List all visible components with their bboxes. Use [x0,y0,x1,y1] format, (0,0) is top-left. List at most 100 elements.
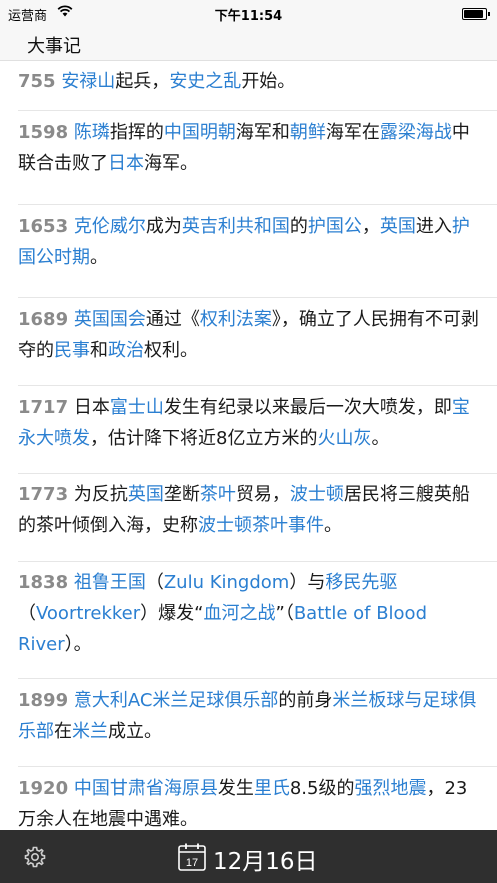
page-title: 大事记 [27,36,81,57]
event-link[interactable]: 富士山 [110,397,164,418]
event-link[interactable]: 政治 [108,340,144,361]
event-link[interactable]: 安禄山 [61,71,115,92]
battery-icon [462,8,490,20]
status-bar: 运营商 下午11:54 [0,0,497,26]
event-year: 755 [18,71,56,92]
calendar-day: 17 [186,857,198,869]
event-link[interactable]: 朝鲜 [290,122,326,143]
event-text: 通过《 [145,309,200,330]
event-item[interactable]: 1689 英国国会通过《权利法案》，确立了人民拥有不可剥夺的民事和政治权利。 [18,304,480,366]
event-link[interactable]: 英国国会 [74,309,146,330]
event-text: 开始。 [241,71,296,92]
event-text: 。 [90,247,108,268]
event-year: 1773 [18,484,69,505]
event-text: 的 [289,216,308,237]
event-link[interactable]: 火山灰 [317,428,371,449]
calendar-icon[interactable]: 17 [177,842,207,872]
event-link[interactable]: 克伦威尔 [74,216,146,237]
event-text: 8.5级的 [289,778,355,799]
event-item[interactable]: 1920 中国甘肃省海原县发生里氏8.5级的强烈地震，23万余人在地震中遇难。 [18,773,480,830]
event-link[interactable]: 移民先驱 [325,572,397,593]
gear-icon[interactable] [23,845,47,869]
event-text: ）与 [289,572,326,593]
event-year: 1717 [18,397,69,418]
divider [18,561,497,562]
event-text: ）爆发“ [140,603,204,624]
event-text: 成立。 [108,721,162,742]
bottom-toolbar: 17 12月16日 [0,830,497,883]
event-text: 权利。 [144,340,198,361]
divider [18,678,497,679]
event-text: 指挥的 [109,122,164,143]
event-text: （ [18,603,36,624]
event-text: 在 [54,721,72,742]
event-text: 为反抗 [73,484,128,505]
event-link[interactable]: 民事 [54,340,90,361]
clock: 下午11:54 [214,9,283,24]
divider [18,297,497,298]
event-link[interactable]: 中国甘肃省海原县 [74,778,218,799]
event-item[interactable]: 1899 意大利AC米兰足球俱乐部的前身米兰板球与足球俱乐部在米兰成立。 [18,685,480,747]
event-text: 发生有纪录以来最后一次大喷发，即 [163,397,452,418]
event-text: （ [145,572,164,593]
nav-bar: 大事记 [0,26,497,61]
event-text: 海军。 [144,153,198,174]
event-link[interactable]: Zulu Kingdom [164,572,289,593]
event-item[interactable]: 1598 陈璘指挥的中国明朝海军和朝鲜海军在露梁海战中联合击败了日本海军。 [18,117,480,179]
event-year: 1838 [18,572,69,593]
event-text: ”（ [275,603,294,624]
divider [18,473,497,474]
event-link[interactable]: 里氏 [254,778,290,799]
event-text: 起兵， [115,71,170,92]
event-link[interactable]: 英国 [380,216,416,237]
divider [18,204,497,205]
event-year: 1899 [18,690,69,711]
event-text: ， [361,216,380,237]
event-year: 1689 [18,309,69,330]
event-link[interactable]: 波士顿茶叶事件 [198,515,324,536]
event-year: 1598 [18,122,69,143]
event-link[interactable]: 意大利AC米兰足球俱乐部 [74,690,279,711]
divider [18,110,497,111]
event-text: 日本 [73,397,110,418]
event-link[interactable]: 中国明朝 [164,122,236,143]
event-link[interactable]: Voortrekker [36,603,140,624]
event-link[interactable]: 强烈地震 [354,778,426,799]
event-item[interactable]: 755 安禄山起兵，安史之乱开始。 [18,66,480,97]
event-link[interactable]: 波士顿 [290,484,344,505]
event-text: 。 [371,428,390,449]
event-item[interactable]: 1838 祖鲁王国（Zulu Kingdom）与移民先驱（Voortrekker… [18,567,480,660]
event-link[interactable]: 安史之乱 [169,71,241,92]
event-item[interactable]: 1773 为反抗英国垄断茶叶贸易，波士顿居民将三艘英船的茶叶倾倒入海，史称波士顿… [18,479,480,541]
event-year: 1653 [18,216,69,237]
event-link[interactable]: 米兰 [72,721,108,742]
event-text: 海军和 [235,122,290,143]
event-link[interactable]: 祖鲁王国 [74,572,146,593]
event-text: 的前身 [278,690,333,711]
event-link[interactable]: 露梁海战 [380,122,452,143]
event-text: ）。 [64,634,92,655]
event-text: ，估计降下将近8亿立方米的 [90,428,318,449]
event-link[interactable]: 权利法案 [200,309,272,330]
event-text: 海军在 [325,122,380,143]
event-link[interactable]: 英吉利共和国 [182,216,290,237]
divider [18,385,497,386]
event-text: 垄断 [163,484,200,505]
divider [18,766,497,767]
event-link[interactable]: 陈璘 [74,122,110,143]
event-link[interactable]: 英国 [128,484,164,505]
event-item[interactable]: 1717 日本富士山发生有纪录以来最后一次大喷发，即宝永大喷发，估计降下将近8亿… [18,392,480,454]
event-link[interactable]: 血河之战 [204,603,276,624]
events-list[interactable]: 755 安禄山起兵，安史之乱开始。 1598 陈璘指挥的中国明朝海军和朝鲜海军在露… [0,61,497,830]
current-date[interactable]: 12月16日 [213,842,318,876]
event-link[interactable]: 茶叶 [200,484,236,505]
event-link[interactable]: 日本 [108,153,144,174]
event-text: 成为 [145,216,182,237]
event-year: 1920 [18,778,69,799]
event-text: 进入 [415,216,452,237]
event-text: 发生 [217,778,254,799]
event-text: 。 [324,515,342,536]
event-item[interactable]: 1653 克伦威尔成为英吉利共和国的护国公，英国进入护国公时期。 [18,211,480,273]
event-text: 和 [90,340,108,361]
event-link[interactable]: 护国公 [308,216,362,237]
